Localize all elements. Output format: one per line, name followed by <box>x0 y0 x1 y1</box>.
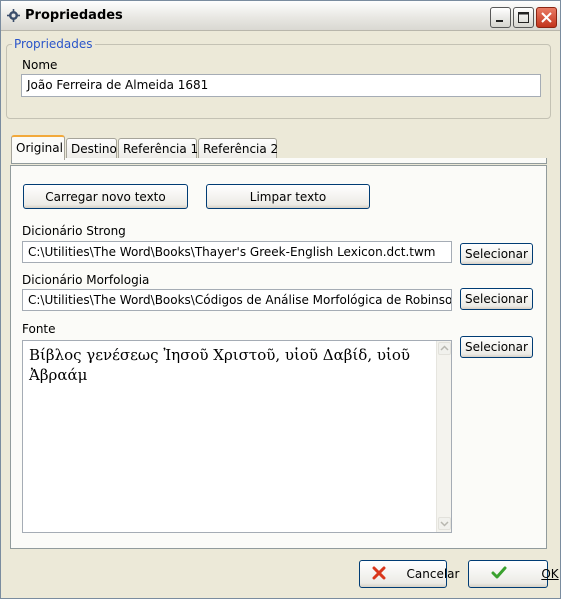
window-title: Propriedades <box>25 8 123 23</box>
font-label: Fonte <box>22 322 56 336</box>
minimize-icon <box>496 20 503 22</box>
tab-original-label: Original <box>16 141 63 155</box>
gear-icon <box>7 9 20 22</box>
clear-text-button[interactable]: Limpar texto <box>206 184 370 209</box>
properties-group-legend: Propriedades <box>12 37 95 51</box>
tab-referencia-2-label: Referência 2 <box>203 142 279 156</box>
tab-destino[interactable]: Destino <box>66 138 117 159</box>
morphology-select-label: Selecionar <box>465 292 528 306</box>
close-button[interactable] <box>536 7 557 28</box>
close-icon <box>541 12 552 23</box>
tab-referencia-2[interactable]: Referência 2 <box>198 138 279 159</box>
minimize-button[interactable] <box>490 7 511 28</box>
font-select-label: Selecionar <box>465 340 528 354</box>
name-label: Nome <box>22 58 58 72</box>
cancel-label: Cancelar <box>406 567 460 581</box>
tab-referencia-1[interactable]: Referência 1 <box>118 138 199 159</box>
ok-label: OK <box>541 567 559 581</box>
morphology-dictionary-field[interactable]: C:\Utilities\The Word\Books\Códigos de A… <box>22 289 452 311</box>
tab-separator <box>11 158 547 164</box>
tab-destino-label: Destino <box>71 142 117 156</box>
load-new-text-label: Carregar novo texto <box>45 189 166 204</box>
font-select-button[interactable]: Selecionar <box>460 336 533 358</box>
font-text-area[interactable]: Βίβλος γενέσεως Ἰησοῦ Χριστοῦ, υἱοῦ Δαβί… <box>22 340 452 533</box>
load-new-text-button[interactable]: Carregar novo texto <box>23 184 188 209</box>
clear-text-label: Limpar texto <box>249 189 327 204</box>
vertical-scrollbar[interactable] <box>436 341 451 532</box>
strong-dictionary-label: Dicionário Strong <box>22 224 126 238</box>
tab-original[interactable]: Original <box>11 135 65 160</box>
ok-button[interactable]: OK <box>468 560 559 588</box>
cancel-button[interactable]: Cancelar <box>359 560 459 588</box>
morphology-select-button[interactable]: Selecionar <box>460 288 533 310</box>
properties-dialog: Propriedades Propriedades Nome João Ferr… <box>0 0 561 599</box>
maximize-icon <box>518 12 529 23</box>
maximize-button[interactable] <box>513 7 534 28</box>
morphology-dictionary-label: Dicionário Morfologia <box>22 273 150 287</box>
font-sample-text: Βίβλος γενέσεως Ἰησοῦ Χριστοῦ, υἱοῦ Δαβί… <box>29 346 411 384</box>
tab-referencia-1-label: Referência 1 <box>123 142 199 156</box>
name-field[interactable]: João Ferreira de Almeida 1681 <box>21 74 541 97</box>
title-bar[interactable]: Propriedades <box>1 1 560 31</box>
strong-select-button[interactable]: Selecionar <box>460 243 533 265</box>
strong-dictionary-field[interactable]: C:\Utilities\The Word\Books\Thayer's Gre… <box>22 241 452 263</box>
chevron-down-icon <box>440 521 449 527</box>
scroll-down-button[interactable] <box>438 517 451 530</box>
checkmark-icon <box>491 566 507 579</box>
strong-select-label: Selecionar <box>465 247 528 261</box>
chevron-up-icon <box>440 345 449 351</box>
scroll-up-button[interactable] <box>438 342 451 355</box>
cancel-icon <box>372 566 386 580</box>
